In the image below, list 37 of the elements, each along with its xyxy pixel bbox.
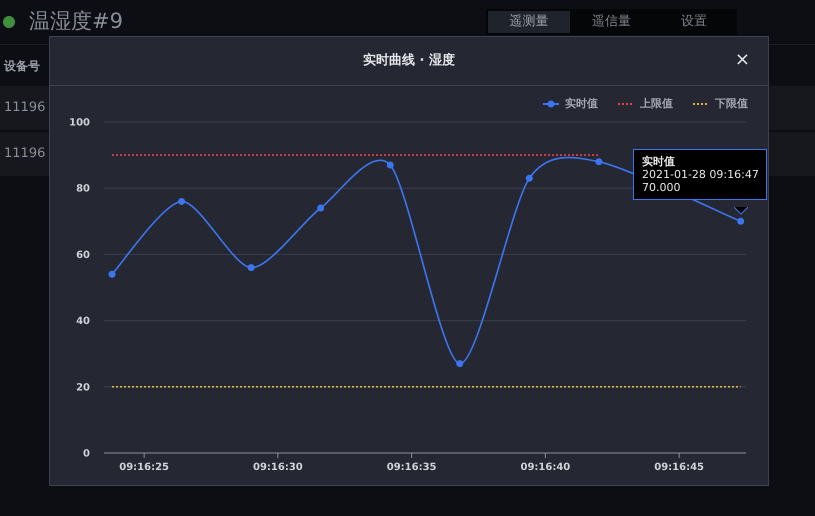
tab[interactable]: 设置 [652,11,735,33]
y-tick-label: 100 [69,118,90,128]
tooltip-title: 实时值 [642,155,676,168]
x-tick-label: 09:16:40 [520,462,570,473]
column-header: 设备号 [4,58,40,74]
data-point [317,204,324,212]
data-point [737,218,744,225]
legend-label[interactable]: 下限值 [715,96,748,112]
y-tick-label: 20 [76,382,90,394]
tooltip-pointer-icon [734,207,748,215]
data-point [386,162,394,169]
tooltip-time: 2021-01-28 09:16:47 [642,168,758,181]
table-cell-text: 11196 [4,145,46,164]
device-title: 温湿度#9 [29,8,123,36]
x-tick-label: 09:16:25 [119,462,169,473]
data-point [248,264,255,272]
data-point [526,174,533,182]
y-tick-label: 80 [76,184,90,195]
y-tick-label: 60 [76,250,90,261]
tab[interactable]: 遥测量 [488,11,570,33]
data-point [108,270,116,278]
y-tick-label: 40 [76,316,90,328]
x-tick-label: 09:16:45 [654,462,704,473]
x-tick-label: 09:16:30 [253,462,303,473]
dialog-title: 实时曲线 · 湿度 [363,52,455,70]
y-tick-label: 0 [83,448,90,460]
legend-label[interactable]: 上限值 [640,96,673,112]
data-point [595,158,602,166]
data-point [178,198,186,205]
table-cell-text: 11196 [4,99,46,118]
tooltip-value: 70.000 [642,181,682,194]
data-point [456,360,464,368]
tab[interactable]: 遥信量 [570,11,653,33]
legend-line-marker-icon [543,100,559,108]
close-button[interactable]: × [734,50,750,70]
legend-label[interactable]: 实时值 [565,96,598,112]
x-tick-label: 09:16:35 [386,462,436,473]
